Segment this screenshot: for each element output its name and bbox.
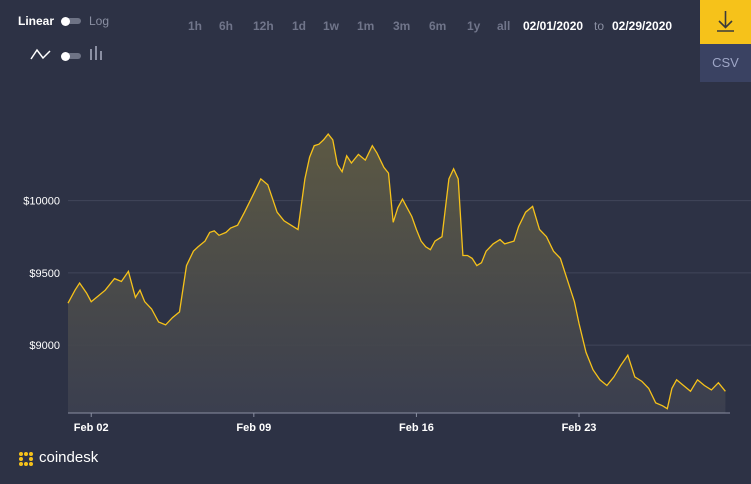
brand-name: coindesk	[39, 449, 99, 466]
x-tick-label: Feb 09	[236, 422, 271, 434]
price-chart: $9000 $9500 $10000 Feb 02 Feb 09 Feb 16 Feb 23	[23, 133, 751, 434]
price-area	[68, 134, 726, 413]
y-tick-label: $9500	[29, 268, 60, 280]
x-tick-label: Feb 16	[399, 422, 434, 434]
x-tick-label: Feb 02	[74, 422, 109, 434]
y-tick-label: $10000	[23, 196, 60, 208]
coindesk-logo-icon	[19, 452, 33, 466]
y-tick-label: $9000	[29, 340, 60, 352]
x-tick-label: Feb 23	[562, 422, 597, 434]
